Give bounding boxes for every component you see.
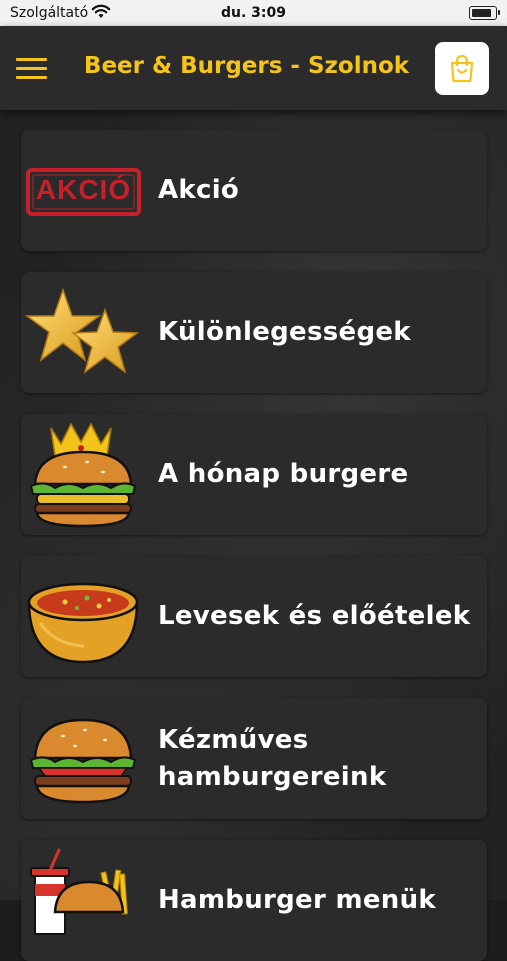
category-card-kezmuves-hamburgereink[interactable]: Kézműves hamburgereink: [21, 698, 487, 819]
gold-stars-icon: [24, 280, 141, 386]
category-label: Hamburger menük: [158, 885, 436, 915]
hamburger-menu-icon[interactable]: [16, 56, 48, 82]
shopping-bag-icon: [450, 54, 474, 83]
status-time: du. 3:09: [220, 5, 286, 21]
category-card-levesek[interactable]: Levesek és előételek: [21, 556, 487, 677]
category-label: Különlegességek: [158, 317, 411, 347]
status-bar: Szolgáltató du. 3:09: [0, 0, 507, 26]
burger-menu-combo-icon: [25, 848, 141, 954]
akcio-stamp-text: AKCIÓ: [35, 174, 132, 205]
app-header: Beer & Burgers - Szolnok: [0, 26, 507, 110]
category-label: Akció: [158, 175, 240, 205]
page-title: Beer & Burgers - Szolnok: [83, 53, 410, 79]
category-card-kulonlegessegek[interactable]: Különlegességek: [21, 272, 487, 393]
cart-button[interactable]: [435, 42, 489, 95]
akcio-stamp-icon: AKCIÓ: [25, 138, 141, 244]
category-label: Kézműves hamburgereink: [158, 724, 387, 792]
category-card-hamburger-menuk[interactable]: Hamburger menük: [21, 840, 487, 961]
category-card-akcio[interactable]: AKCIÓ Akció: [21, 130, 487, 251]
crowned-burger-icon: [25, 422, 141, 528]
category-label: A hónap burgere: [158, 459, 409, 489]
category-label: Levesek és előételek: [158, 601, 471, 631]
battery-icon: [469, 6, 500, 20]
category-card-a-honap-burgere[interactable]: A hónap burgere: [21, 414, 487, 535]
soup-bowl-icon: [25, 564, 141, 670]
burger-icon: [25, 706, 141, 812]
